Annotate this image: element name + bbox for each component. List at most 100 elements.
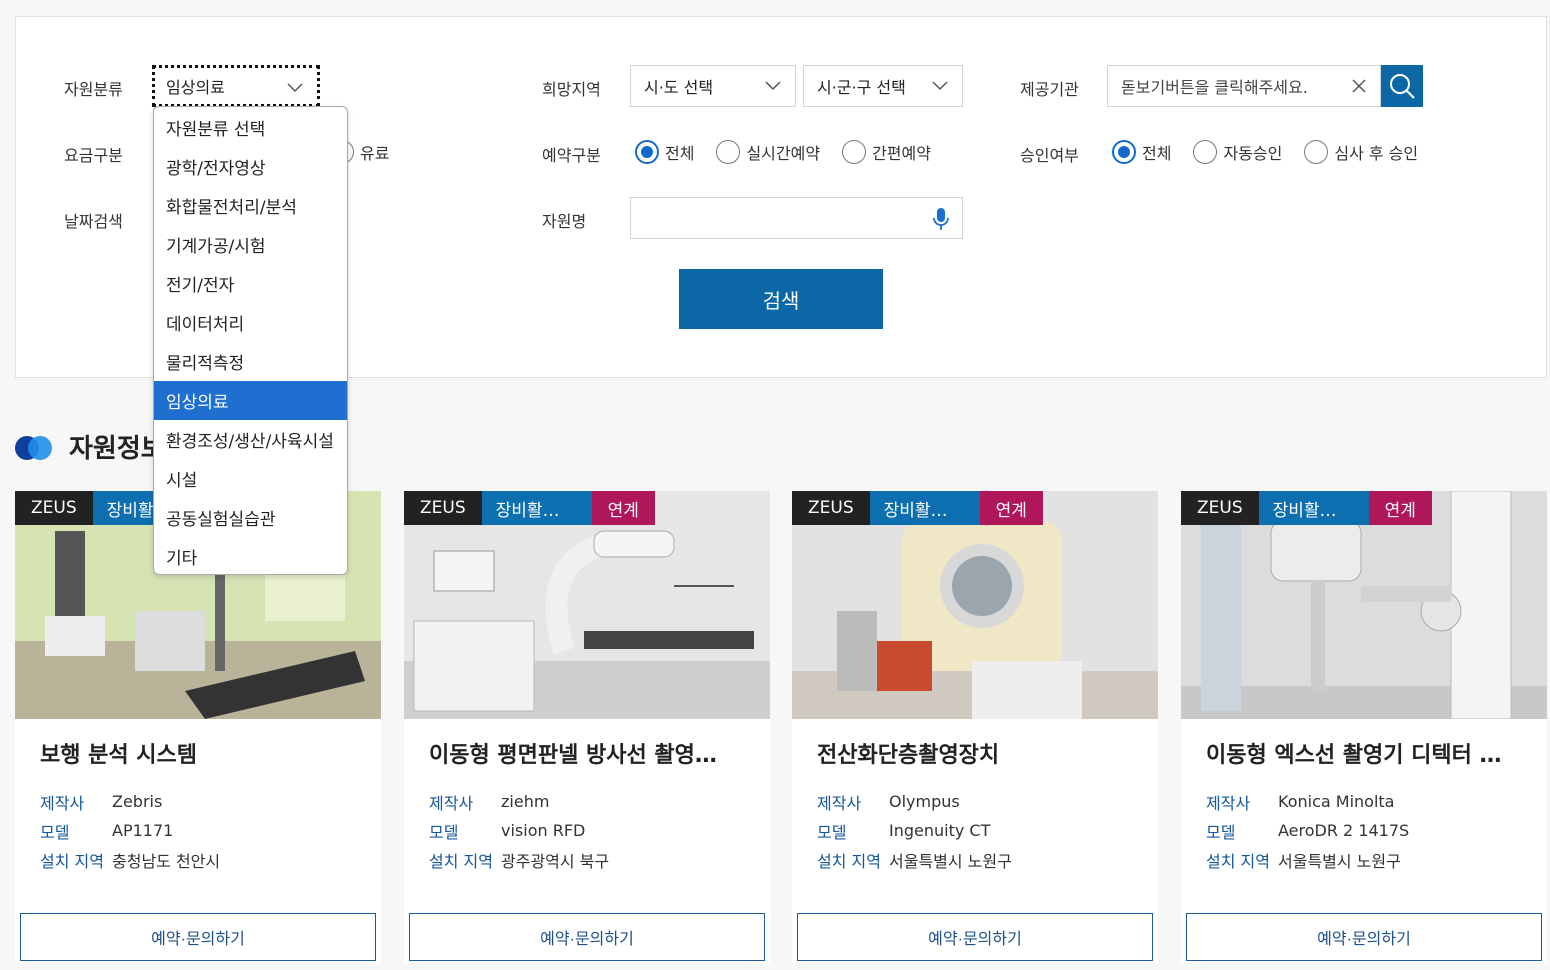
tag-zeus: ZEUS	[1181, 491, 1259, 525]
resource-name-label: 자원명	[542, 212, 587, 231]
resource-card[interactable]: ZEUS 장비활… 연계 이동형 평면판넬 방사선 촬영… 제작사 ziehm 모…	[404, 491, 770, 963]
model-value: AP1171	[112, 821, 174, 840]
maker-value: Zebris	[112, 792, 163, 811]
maker-key: 제작사	[817, 793, 862, 813]
approve-radio-auto[interactable]: 자동승인	[1193, 140, 1282, 164]
microphone-icon[interactable]	[932, 207, 950, 231]
approve-radio-review[interactable]: 심사 후 승인	[1304, 140, 1418, 164]
card-title[interactable]: 전산화단층촬영장치	[817, 737, 1137, 769]
model-key: 모델	[1206, 822, 1236, 842]
provider-input[interactable]: 돋보기버튼을 클릭해주세요.	[1107, 65, 1381, 107]
maker-key: 제작사	[1206, 793, 1251, 813]
equipment-photo	[1181, 491, 1547, 719]
location-value: 광주광역시 북구	[501, 851, 610, 871]
section-header: 자원정보	[15, 428, 165, 465]
radio-dot	[1193, 140, 1218, 164]
fee-paid-label: 유료	[360, 144, 390, 163]
dropdown-option[interactable]: 자원분류 선택	[154, 108, 347, 147]
dropdown-option-selected[interactable]: 임상의료	[154, 381, 347, 420]
model-key: 모델	[40, 822, 70, 842]
approve-auto-label: 자동승인	[1223, 144, 1283, 163]
card-tags: ZEUS 장비활… 연계	[404, 491, 655, 525]
dropdown-option[interactable]: 물리적측정	[154, 342, 347, 381]
model-value: AeroDR 2 1417S	[1278, 821, 1410, 840]
chevron-down-icon	[932, 81, 948, 91]
reserve-radio-all[interactable]: 전체	[635, 140, 694, 164]
search-icon	[1390, 74, 1415, 99]
search-button[interactable]: 검색	[679, 269, 883, 329]
location-key: 설치 지역	[1206, 851, 1270, 871]
location-value: 서울특별시 노원구	[889, 851, 1012, 871]
tag-zeus: ZEUS	[15, 491, 93, 525]
reserve-inquiry-button[interactable]: 예약·문의하기	[1186, 913, 1542, 961]
dropdown-option[interactable]: 환경조성/생산/사육시설	[154, 420, 347, 459]
approve-review-label: 심사 후 승인	[1334, 144, 1419, 163]
reserve-radio-realtime[interactable]: 실시간예약	[716, 140, 820, 164]
logo-icon	[15, 433, 55, 461]
card-info: 제작사 Olympus 모델 Ingenuity CT 설치 지역 서울특별시 노원구	[817, 787, 1012, 874]
reserve-all-label: 전체	[665, 144, 695, 163]
category-label: 자원분류	[64, 80, 123, 99]
tag-zeus: ZEUS	[404, 491, 482, 525]
region-label: 희망지역	[542, 80, 601, 99]
tag-equipment: 장비활…	[869, 491, 980, 525]
dropdown-option[interactable]: 시설	[154, 459, 347, 498]
tag-equipment: 장비활…	[1258, 491, 1369, 525]
provider-search-button[interactable]	[1381, 65, 1423, 107]
model-value: Ingenuity CT	[889, 821, 991, 840]
equipment-photo	[792, 491, 1158, 719]
model-value: vision RFD	[501, 821, 586, 840]
maker-key: 제작사	[40, 793, 85, 813]
approve-radio-group: 전체 자동승인 심사 후 승인	[1112, 139, 1440, 165]
maker-key: 제작사	[429, 793, 474, 813]
card-title[interactable]: 이동형 평면판넬 방사선 촬영…	[429, 737, 749, 769]
dropdown-option[interactable]: 전기/전자	[154, 264, 347, 303]
dropdown-option[interactable]: 데이터처리	[154, 303, 347, 342]
radio-dot	[716, 140, 741, 164]
reserve-inquiry-button[interactable]: 예약·문의하기	[797, 913, 1153, 961]
radio-dot	[1304, 140, 1329, 164]
region-sigungu-select[interactable]: 시·군·구 선택	[803, 65, 963, 107]
category-select-value: 임상의료	[166, 78, 225, 97]
maker-value: Olympus	[889, 792, 960, 811]
reserve-inquiry-button[interactable]: 예약·문의하기	[20, 913, 376, 961]
reserve-inquiry-button[interactable]: 예약·문의하기	[409, 913, 765, 961]
maker-value: Konica Minolta	[1278, 792, 1395, 811]
chevron-down-icon	[287, 83, 303, 93]
maker-value: ziehm	[501, 792, 550, 811]
reserve-realtime-label: 실시간예약	[746, 144, 821, 163]
region-sido-value: 시·도 선택	[644, 78, 714, 97]
equipment-photo	[404, 491, 770, 719]
location-value: 충청남도 천안시	[112, 851, 221, 871]
reserve-radio-simple[interactable]: 간편예약	[842, 140, 931, 164]
category-select[interactable]: 임상의료	[152, 65, 320, 107]
card-tags: ZEUS 장비활… 연계	[792, 491, 1043, 525]
card-title[interactable]: 이동형 엑스선 촬영기 디텍터 …	[1206, 737, 1526, 769]
card-title[interactable]: 보행 분석 시스템	[40, 737, 360, 769]
resource-card[interactable]: ZEUS 장비활… 연계 전산화단층촬영장치 제작사 Olympus 모델 Inge…	[792, 491, 1158, 963]
radio-dot	[635, 140, 659, 164]
resource-card[interactable]: ZEUS 장비활… 연계 이동형 엑스선 촬영기 디텍터 … 제작사 Konica…	[1181, 491, 1547, 963]
dropdown-option[interactable]: 공동실험실습관	[154, 498, 347, 537]
date-label: 날짜검색	[64, 212, 123, 231]
approve-all-label: 전체	[1142, 144, 1172, 163]
location-key: 설치 지역	[817, 851, 881, 871]
provider-label: 제공기관	[1020, 80, 1079, 99]
provider-placeholder: 돋보기버튼을 클릭해주세요.	[1121, 78, 1308, 97]
approve-label: 승인여부	[1020, 146, 1079, 165]
reserve-radio-group: 전체 실시간예약 간편예약	[635, 139, 953, 165]
card-info: 제작사 Konica Minolta 모델 AeroDR 2 1417S 설치 지역…	[1206, 787, 1409, 874]
dropdown-option[interactable]: 기계가공/시험	[154, 225, 347, 264]
dropdown-option[interactable]: 화합물전처리/분석	[154, 186, 347, 225]
approve-radio-all[interactable]: 전체	[1112, 140, 1171, 164]
tag-linked: 연계	[979, 491, 1043, 525]
dropdown-option[interactable]: 기타	[154, 537, 347, 576]
region-sido-select[interactable]: 시·도 선택	[630, 65, 796, 107]
location-key: 설치 지역	[40, 851, 104, 871]
reserve-label: 예약구분	[542, 146, 601, 165]
resource-name-input[interactable]	[630, 197, 963, 239]
card-info: 제작사 ziehm 모델 vision RFD 설치 지역 광주광역시 북구	[429, 787, 609, 874]
dropdown-option[interactable]: 광학/전자영상	[154, 147, 347, 186]
model-key: 모델	[817, 822, 847, 842]
close-icon[interactable]	[1352, 79, 1366, 93]
